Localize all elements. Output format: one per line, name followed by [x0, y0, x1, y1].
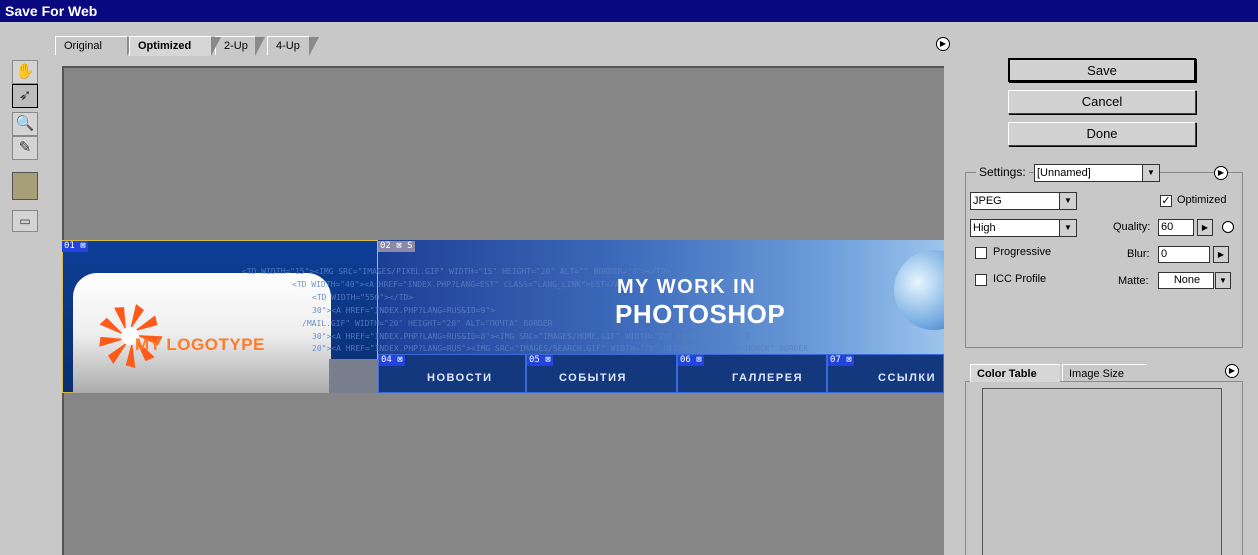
- quality-label: Quality:: [1113, 221, 1151, 233]
- tab-4-up[interactable]: 4-Up: [267, 36, 319, 56]
- headline-line-1: MY WORK IN: [617, 276, 757, 298]
- settings-menu-icon[interactable]: ▶: [1214, 166, 1228, 180]
- settings-label: Settings:: [976, 165, 1029, 179]
- nav-item-links[interactable]: 07 ⊠ ССЫЛКИ: [827, 354, 944, 393]
- icc-profile-label: ICC Profile: [993, 273, 1047, 285]
- optimized-checkbox[interactable]: ✓: [1160, 195, 1172, 207]
- quality-preset-select[interactable]: High ▼: [970, 219, 1077, 237]
- matte-label: Matte:: [1118, 275, 1149, 287]
- tab-2-up[interactable]: 2-Up: [215, 36, 265, 56]
- slice-badge-07: 07 ⊠: [828, 355, 854, 366]
- chevron-down-icon: ▼: [1059, 193, 1076, 209]
- eyedropper-icon[interactable]: ✎: [12, 136, 38, 160]
- chevron-down-icon: ▼: [1059, 220, 1076, 236]
- logo-text: MY LOGOTYPE: [135, 335, 265, 354]
- progressive-label: Progressive: [993, 246, 1052, 258]
- icc-profile-checkbox[interactable]: [975, 274, 987, 286]
- hand-icon[interactable]: ✋: [12, 60, 38, 84]
- globe-graphic: [894, 250, 944, 330]
- quality-arrow-button[interactable]: ▶: [1197, 219, 1213, 236]
- nav-item-events[interactable]: 05 ⊠ СОБЫТИЯ: [526, 354, 677, 393]
- image-preview: MY LOGOTYPE 01 ⊠ <TD WIDTH="15"><IMG SRC…: [62, 240, 944, 393]
- quality-input[interactable]: 60: [1158, 219, 1194, 236]
- blur-input[interactable]: 0: [1158, 246, 1210, 263]
- tab-original[interactable]: Original: [55, 36, 137, 56]
- quality-link-icon[interactable]: [1222, 221, 1234, 233]
- done-button[interactable]: Done: [1008, 122, 1196, 146]
- slice-badge-05: 05 ⊠: [527, 355, 553, 366]
- slice-badge-01: 01 ⊠: [62, 241, 88, 252]
- nav-bar: 04 ⊠ НОВОСТИ 05 ⊠ СОБЫТИЯ 06 ⊠ ГАЛЛЕРЕЯ …: [378, 354, 944, 393]
- slice-badge-04: 04 ⊠: [379, 355, 405, 366]
- color-swatch[interactable]: [12, 172, 38, 200]
- color-table-menu-icon[interactable]: ▶: [1225, 364, 1239, 378]
- nav-item-gallery[interactable]: 06 ⊠ ГАЛЛЕРЕЯ: [677, 354, 827, 393]
- chevron-down-icon: ▼: [1142, 165, 1159, 181]
- cancel-button[interactable]: Cancel: [1008, 90, 1196, 114]
- preview-menu-icon[interactable]: ▶: [936, 37, 950, 51]
- slice-badge-06: 06 ⊠: [678, 355, 704, 366]
- zoom-icon[interactable]: 🔍: [12, 112, 38, 136]
- save-button[interactable]: Save: [1008, 58, 1196, 82]
- nav-item-news[interactable]: 04 ⊠ НОВОСТИ: [378, 354, 526, 393]
- slice-01[interactable]: MY LOGOTYPE: [62, 240, 379, 393]
- tab-image-size[interactable]: Image Size: [1062, 364, 1146, 382]
- matte-select[interactable]: None: [1158, 272, 1214, 289]
- optimized-label: Optimized: [1177, 194, 1227, 206]
- color-table-swatches: [982, 388, 1222, 555]
- slice-select-icon[interactable]: ➶: [12, 84, 38, 108]
- slice-badge-02: 02 ⊠ S: [378, 241, 415, 252]
- blur-label: Blur:: [1127, 248, 1150, 260]
- progressive-checkbox[interactable]: [975, 247, 987, 259]
- format-select[interactable]: JPEG ▼: [970, 192, 1077, 210]
- tab-color-table[interactable]: Color Table: [970, 364, 1060, 382]
- preview-icon[interactable]: ▭: [12, 210, 38, 232]
- settings-preset-select[interactable]: [Unnamed] ▼: [1034, 164, 1160, 182]
- blur-arrow-button[interactable]: ▶: [1213, 246, 1229, 263]
- tab-optimized[interactable]: Optimized: [129, 36, 221, 56]
- matte-dropdown-arrow[interactable]: ▼: [1215, 272, 1231, 289]
- window-title: Save For Web: [0, 0, 1258, 22]
- headline-line-2: PHOTOSHOP: [615, 299, 786, 329]
